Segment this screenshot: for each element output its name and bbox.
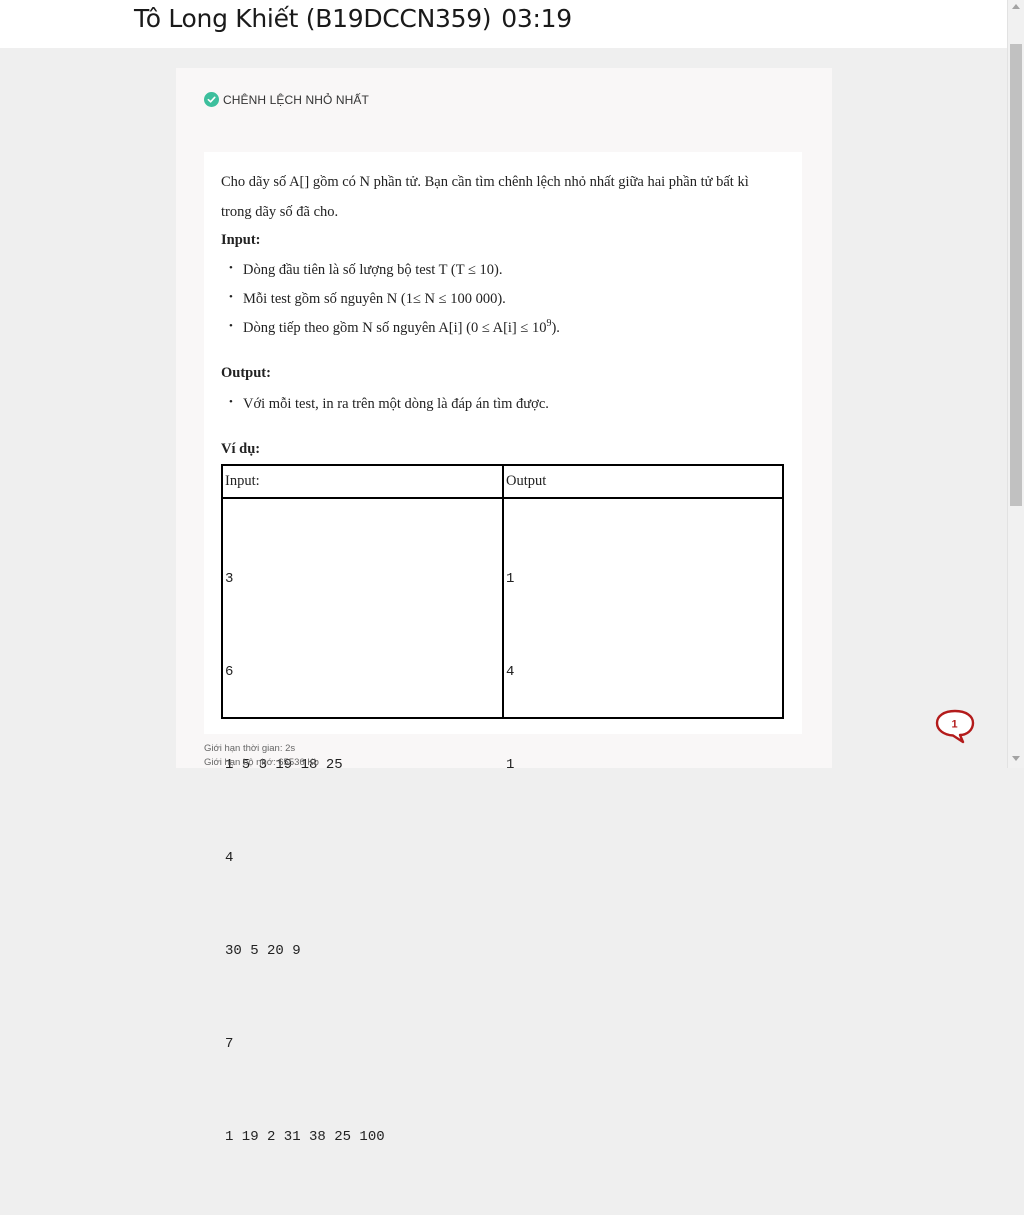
example-input-line: 3	[225, 571, 234, 587]
table-header-output: Output	[506, 473, 547, 489]
problem-statement: Cho dãy số A[] gồm có N phần tử. Bạn cần…	[204, 152, 802, 1145]
time-limit: Giới hạn thời gian: 2s	[204, 743, 296, 754]
table-divider	[223, 497, 782, 499]
scrollbar-thumb[interactable]	[1010, 44, 1022, 506]
example-output-cell: 1 4 1	[506, 502, 573, 843]
scroll-down-arrow-icon[interactable]	[1012, 756, 1020, 761]
problem-title: CHÊNH LỆCH NHỎ NHẤT	[223, 92, 369, 107]
example-output-line: 1	[506, 571, 515, 587]
problem-header: CHÊNH LỆCH NHỎ NHẤT	[204, 92, 369, 107]
page-title: Tô Long Khiết (B19DCCN359) 03:19	[134, 4, 572, 33]
output-heading: Output:	[221, 365, 271, 381]
chat-bubble-icon[interactable]: 1	[935, 708, 975, 746]
vertical-scrollbar[interactable]	[1007, 0, 1024, 768]
example-output-line: 4	[506, 664, 515, 680]
scroll-up-arrow-icon[interactable]	[1012, 4, 1020, 9]
input-item: Dòng tiếp theo gồm N số nguyên A[i] (0 ≤…	[229, 319, 560, 337]
example-input-line: 7	[225, 1036, 234, 1052]
example-input-line: 30 5 20 9	[225, 943, 301, 959]
example-input-cell: 3 6 1 5 3 19 18 25 4 30 5 20 9 7 1 19 2 …	[225, 502, 385, 1215]
input-item: Mỗi test gồm số nguyên N (1≤ N ≤ 100 000…	[229, 291, 506, 308]
input-heading: Input:	[221, 232, 261, 248]
check-circle-icon	[204, 92, 219, 107]
chat-count: 1	[951, 719, 957, 731]
chat-button[interactable]: 1	[935, 708, 975, 746]
example-table: Input: Output 3 6 1 5 3 19 18 25 4 30 5 …	[221, 464, 784, 1145]
top-bar: Tô Long Khiết (B19DCCN359) 03:19	[0, 0, 1007, 48]
table-header-input: Input:	[225, 473, 260, 489]
student-name: Tô Long Khiết (B19DCCN359)	[134, 4, 492, 33]
problem-panel: CHÊNH LỆCH NHỎ NHẤT Cho dãy số A[] gồm c…	[176, 68, 832, 1145]
output-item: Với mỗi test, in ra trên một dòng là đáp…	[229, 396, 549, 413]
example-input-line: 6	[225, 664, 234, 680]
example-heading: Ví dụ:	[221, 441, 261, 457]
countdown-timer: 03:19	[501, 4, 572, 33]
input-item: Dòng đầu tiên là số lượng bộ test T (T ≤…	[229, 262, 502, 279]
example-output-line: 1	[506, 757, 515, 773]
example-input-line: 1 19 2 31 38 25 100	[225, 1129, 385, 1145]
example-input-line: 4	[225, 850, 234, 866]
table-divider	[502, 466, 504, 717]
problem-description: Cho dãy số A[] gồm có N phần tử. Bạn cần…	[221, 174, 749, 220]
problem-limits: Giới hạn thời gian: 2s Giới hạn bộ nhớ: …	[204, 742, 319, 770]
